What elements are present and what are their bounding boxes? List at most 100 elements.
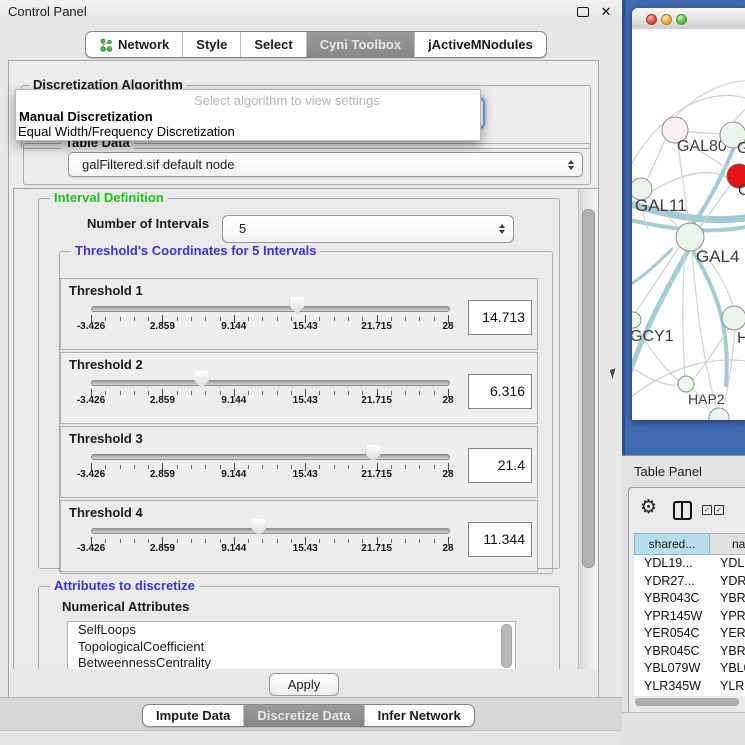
gear-icon[interactable]: ⚙ [640, 496, 657, 518]
algorithm-dropdown-popup: Select algorithm to view settings Manual… [15, 89, 481, 141]
threshold-block: Threshold 1 -3.4262.8599.14415.4321.7152… [60, 278, 538, 350]
threshold-label: Threshold 2 [69, 357, 143, 372]
threshold-value-field[interactable]: 11.344 [468, 522, 532, 557]
table-row[interactable]: YBR045CYBR0 [634, 643, 745, 661]
network-svg: GAL80GACGAL11GAL4GCY1HHAP2 [632, 29, 745, 420]
list-scrollbar-thumb[interactable] [501, 624, 512, 668]
table-row[interactable]: YER054CYER0 [634, 625, 745, 643]
tick-label: 2.859 [127, 321, 197, 332]
table-hscrollbar-thumb[interactable] [635, 698, 739, 706]
table-row[interactable]: YDR27...YDR2 [634, 573, 745, 591]
checkboxes-icon[interactable]: ✓ ✓ [702, 505, 724, 515]
minimize-traffic-light-icon[interactable] [661, 14, 672, 25]
tab-network[interactable]: Network [86, 32, 182, 57]
cell-shared-name[interactable]: YPR145W [634, 608, 710, 626]
close-icon[interactable]: ✕ [597, 2, 615, 20]
bottom-tab-bar: Impute Data Discretize Data Infer Networ… [0, 697, 622, 731]
tab-label: Network [118, 32, 169, 57]
zoom-traffic-light-icon[interactable] [676, 14, 687, 25]
cell-name[interactable]: YDR2 [710, 573, 745, 591]
close-traffic-light-icon[interactable] [646, 14, 657, 25]
cell-shared-name[interactable]: YDR27... [634, 573, 710, 591]
table-row[interactable]: YBL079WYBL0 [634, 660, 745, 678]
tab-cyni-toolbox[interactable]: Cyni Toolbox [306, 32, 414, 57]
tab-style[interactable]: Style [182, 32, 240, 57]
table-row[interactable]: YDL19...YDL1 [634, 555, 745, 573]
cell-shared-name[interactable]: YDL19... [634, 555, 710, 573]
combo-arrows-icon [568, 160, 574, 170]
tick-label: 9.144 [199, 321, 269, 332]
network-node[interactable] [709, 408, 729, 420]
network-window-titlebar [632, 8, 745, 30]
threshold-value-field[interactable]: 6.316 [468, 374, 532, 409]
tab-select[interactable]: Select [240, 32, 305, 57]
threshold-value-field[interactable]: 14.713 [468, 300, 532, 335]
network-window: GAL80GACGAL11GAL4GCY1HHAP2 [632, 8, 745, 420]
tick-label: -3.426 [56, 395, 126, 406]
network-edge [632, 363, 681, 385]
tick-label: -3.426 [56, 321, 126, 332]
table-row[interactable]: YPR145WYPR1 [634, 608, 745, 626]
cell-name[interactable]: YLR3 [710, 678, 745, 696]
network-node-label: H [737, 330, 745, 347]
table-data-value: galFiltered.sif default node [69, 157, 234, 172]
attribute-list-item[interactable]: SelfLoops [68, 622, 515, 639]
apply-button[interactable]: Apply [269, 673, 339, 696]
slider-track[interactable] [91, 306, 450, 312]
threshold-label: Threshold 4 [69, 505, 143, 520]
panel-scrollbar-thumb[interactable] [582, 209, 595, 568]
table-data-combobox[interactable]: galFiltered.sif default node [68, 152, 583, 177]
column-header-shared[interactable]: shared... [634, 533, 710, 555]
cell-name[interactable]: YIL0 [710, 695, 745, 696]
tab-discretize-data[interactable]: Discretize Data [243, 705, 363, 726]
network-node[interactable] [722, 306, 745, 330]
cell-shared-name[interactable]: YBR045C [634, 643, 710, 661]
network-canvas[interactable]: GAL80GACGAL11GAL4GCY1HHAP2 [632, 29, 745, 420]
float-window-icon[interactable] [577, 7, 589, 17]
cell-shared-name[interactable]: YBR043C [634, 590, 710, 608]
network-node[interactable] [678, 376, 694, 392]
cell-shared-name[interactable]: YLR345W [634, 678, 710, 696]
slider-track[interactable] [91, 454, 450, 460]
tick-label: 21.715 [342, 321, 412, 332]
tick-label: 9.144 [199, 543, 269, 554]
cell-shared-name[interactable]: YBL079W [634, 660, 710, 678]
split-columns-icon[interactable] [673, 501, 692, 520]
network-node[interactable] [632, 312, 641, 328]
cell-name[interactable]: YPR1 [710, 608, 745, 626]
slider-track[interactable] [91, 528, 450, 534]
column-header-name[interactable]: na [710, 533, 745, 555]
number-of-intervals-spinner[interactable]: 5 [222, 215, 514, 243]
threshold-value-field[interactable]: 21.4 [468, 448, 532, 483]
table-row[interactable]: YBR043CYBR0 [634, 590, 745, 608]
network-edge [632, 249, 672, 287]
dropdown-option-equal-width[interactable]: Equal Width/Frequency Discretization [18, 124, 235, 139]
slider-tick-labels: -3.4262.8599.14415.4321.71528 [61, 469, 537, 481]
attribute-list-item[interactable]: TopologicalCoefficient [68, 639, 515, 656]
table-panel-title: Table Panel [634, 464, 702, 479]
table-body: YDL19...YDL1YDR27...YDR2YBR043CYBR0YPR14… [634, 555, 745, 696]
slider-track[interactable] [91, 380, 450, 386]
cell-shared-name[interactable]: YIL052C [634, 695, 710, 696]
numerical-attributes-list: SelfLoopsTopologicalCoefficientBetweenne… [67, 621, 516, 671]
tab-label: jActiveMNodules [428, 32, 533, 57]
cell-name[interactable]: YER0 [710, 625, 745, 643]
panel-scrollbar-track[interactable] [578, 189, 599, 670]
control-panel-titlebar: Control Panel ✕ [0, 0, 622, 24]
cell-name[interactable]: YBL0 [710, 660, 745, 678]
table-row[interactable]: YIL052CYIL0 [634, 695, 745, 696]
dropdown-option-manual[interactable]: Manual Discretization [19, 109, 153, 124]
dropdown-prompt[interactable]: Select algorithm to view settings [194, 93, 380, 108]
slider-tick-labels: -3.4262.8599.14415.4321.71528 [61, 321, 537, 333]
tab-infer-network[interactable]: Infer Network [364, 705, 474, 726]
table-row[interactable]: YLR345WYLR3 [634, 678, 745, 696]
tab-impute-data[interactable]: Impute Data [143, 705, 243, 726]
tab-jactivemnodules[interactable]: jActiveMNodules [414, 32, 546, 57]
cell-shared-name[interactable]: YER054C [634, 625, 710, 643]
cell-name[interactable]: YBR0 [710, 590, 745, 608]
tick-label: 21.715 [342, 543, 412, 554]
cell-name[interactable]: YBR0 [710, 643, 745, 661]
interval-definition-title: Interval Definition [50, 191, 168, 205]
cell-name[interactable]: YDL1 [710, 555, 745, 573]
tick-label: -3.426 [56, 543, 126, 554]
